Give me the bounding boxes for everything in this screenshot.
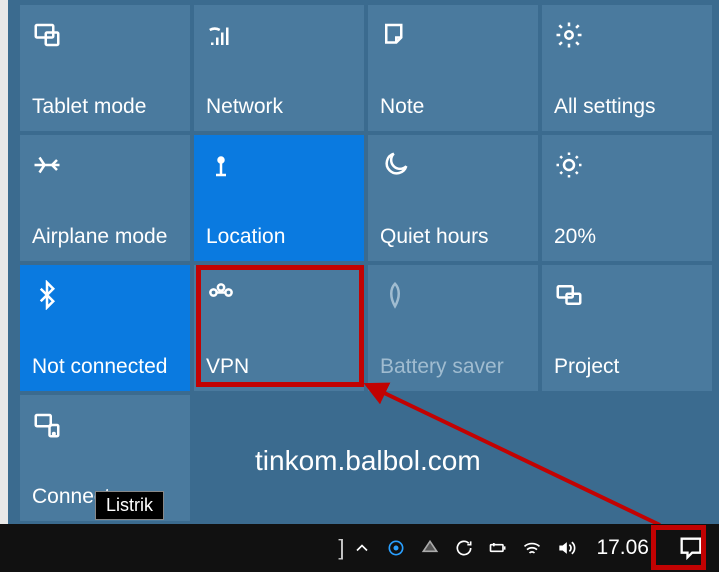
project-icon [554, 275, 700, 315]
network-icon [206, 15, 352, 55]
tile-airplane-mode[interactable]: Airplane mode [20, 135, 190, 261]
taskbar: ] 17.06 [0, 524, 719, 572]
tray-sync-icon[interactable] [454, 524, 474, 572]
tile-label: Project [554, 355, 700, 379]
tray-overflow-bracket: ] [338, 535, 344, 561]
tile-label: Not connected [32, 355, 178, 379]
tile-label: Airplane mode [32, 225, 178, 249]
airplane-icon [32, 145, 178, 185]
action-center-button[interactable] [669, 524, 713, 572]
taskbar-clock[interactable]: 17.06 [590, 524, 655, 572]
tablet-mode-icon [32, 15, 178, 55]
note-icon [380, 15, 526, 55]
watermark-text: tinkom.balbol.com [255, 445, 481, 477]
quick-action-tiles: Tablet mode Network Note All settings Airpla… [20, 5, 712, 521]
tile-location[interactable]: Location [194, 135, 364, 261]
vpn-icon [206, 275, 352, 315]
tile-label: Quiet hours [380, 225, 526, 249]
leaf-icon [380, 275, 526, 315]
tile-label: VPN [206, 355, 352, 379]
tray-app-icon-2[interactable] [420, 524, 440, 572]
tile-20-[interactable]: 20% [542, 135, 712, 261]
tray-tooltip: Listrik [95, 491, 164, 520]
tile-label: Location [206, 225, 352, 249]
tile-vpn[interactable]: VPN [194, 265, 364, 391]
tile-tablet-mode[interactable]: Tablet mode [20, 5, 190, 131]
tile-label: Network [206, 95, 352, 119]
tile-label: Tablet mode [32, 95, 178, 119]
tile-quiet-hours[interactable]: Quiet hours [368, 135, 538, 261]
tray-chevron-up[interactable] [352, 524, 372, 572]
tile-label: Battery saver [380, 355, 526, 379]
tile-label: All settings [554, 95, 700, 119]
system-tray: 17.06 [352, 524, 713, 572]
tray-battery-icon[interactable] [488, 524, 508, 572]
brightness-icon [554, 145, 700, 185]
tile-network[interactable]: Network [194, 5, 364, 131]
tile-battery-saver[interactable]: Battery saver [368, 265, 538, 391]
tile-all-settings[interactable]: All settings [542, 5, 712, 131]
location-icon [206, 145, 352, 185]
tray-app-icon-1[interactable] [386, 524, 406, 572]
gear-icon [554, 15, 700, 55]
connect-icon [32, 405, 178, 445]
tile-not-connected[interactable]: Not connected [20, 265, 190, 391]
tile-project[interactable]: Project [542, 265, 712, 391]
moon-icon [380, 145, 526, 185]
tile-label: 20% [554, 225, 700, 249]
tile-note[interactable]: Note [368, 5, 538, 131]
tile-label: Note [380, 95, 526, 119]
bluetooth-icon [32, 275, 178, 315]
tray-wifi-icon[interactable] [522, 524, 542, 572]
tray-volume-icon[interactable] [556, 524, 576, 572]
